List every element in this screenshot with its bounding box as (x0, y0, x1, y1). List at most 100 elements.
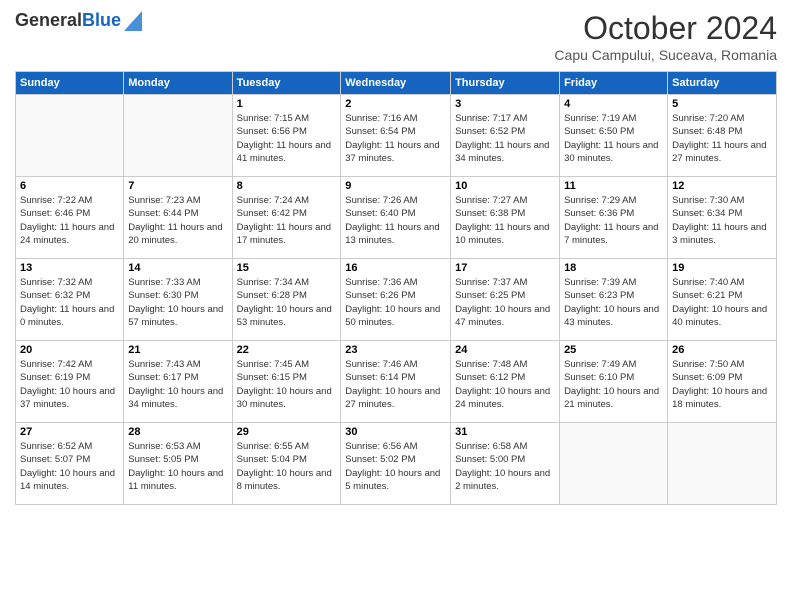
day-detail: Sunrise: 7:50 AM Sunset: 6:09 PM Dayligh… (672, 358, 772, 411)
day-detail: Sunrise: 6:58 AM Sunset: 5:00 PM Dayligh… (455, 440, 555, 493)
calendar-cell: 25 Sunrise: 7:49 AM Sunset: 6:10 PM Dayli… (560, 341, 668, 423)
calendar-cell: 13 Sunrise: 7:32 AM Sunset: 6:32 PM Dayli… (16, 259, 124, 341)
day-detail: Sunrise: 7:17 AM Sunset: 6:52 PM Dayligh… (455, 112, 555, 165)
day-of-week-header: Tuesday (232, 72, 341, 95)
day-number: 28 (128, 426, 227, 438)
day-detail: Sunrise: 7:37 AM Sunset: 6:25 PM Dayligh… (455, 276, 555, 329)
calendar-cell: 29 Sunrise: 6:55 AM Sunset: 5:04 PM Dayli… (232, 423, 341, 505)
day-detail: Sunrise: 7:23 AM Sunset: 6:44 PM Dayligh… (128, 194, 227, 247)
day-number: 12 (672, 180, 772, 192)
day-detail: Sunrise: 7:49 AM Sunset: 6:10 PM Dayligh… (564, 358, 663, 411)
day-detail: Sunrise: 7:34 AM Sunset: 6:28 PM Dayligh… (237, 276, 337, 329)
day-number: 30 (345, 426, 446, 438)
calendar-week-row: 20 Sunrise: 7:42 AM Sunset: 6:19 PM Dayli… (16, 341, 777, 423)
day-number: 15 (237, 262, 337, 274)
day-number: 7 (128, 180, 227, 192)
day-detail: Sunrise: 7:46 AM Sunset: 6:14 PM Dayligh… (345, 358, 446, 411)
day-detail: Sunrise: 7:27 AM Sunset: 6:38 PM Dayligh… (455, 194, 555, 247)
calendar-cell: 8 Sunrise: 7:24 AM Sunset: 6:42 PM Daylig… (232, 177, 341, 259)
day-number: 8 (237, 180, 337, 192)
day-detail: Sunrise: 7:33 AM Sunset: 6:30 PM Dayligh… (128, 276, 227, 329)
day-of-week-header: Wednesday (341, 72, 451, 95)
day-number: 20 (20, 344, 119, 356)
calendar-cell: 23 Sunrise: 7:46 AM Sunset: 6:14 PM Dayli… (341, 341, 451, 423)
day-detail: Sunrise: 7:43 AM Sunset: 6:17 PM Dayligh… (128, 358, 227, 411)
day-number: 19 (672, 262, 772, 274)
day-number: 25 (564, 344, 663, 356)
calendar-table: SundayMondayTuesdayWednesdayThursdayFrid… (15, 71, 777, 505)
day-detail: Sunrise: 7:45 AM Sunset: 6:15 PM Dayligh… (237, 358, 337, 411)
day-of-week-header: Monday (124, 72, 232, 95)
calendar-week-row: 1 Sunrise: 7:15 AM Sunset: 6:56 PM Daylig… (16, 95, 777, 177)
calendar-cell: 30 Sunrise: 6:56 AM Sunset: 5:02 PM Dayli… (341, 423, 451, 505)
day-detail: Sunrise: 7:16 AM Sunset: 6:54 PM Dayligh… (345, 112, 446, 165)
calendar-cell: 22 Sunrise: 7:45 AM Sunset: 6:15 PM Dayli… (232, 341, 341, 423)
calendar-cell (16, 95, 124, 177)
calendar-cell: 24Sunrise: 7:48 AM Sunset: 6:12 PM Dayli… (451, 341, 560, 423)
day-of-week-header: Saturday (668, 72, 777, 95)
calendar-cell: 2 Sunrise: 7:16 AM Sunset: 6:54 PM Daylig… (341, 95, 451, 177)
day-of-week-header: Sunday (16, 72, 124, 95)
day-detail: Sunrise: 6:56 AM Sunset: 5:02 PM Dayligh… (345, 440, 446, 493)
calendar-cell: 1 Sunrise: 7:15 AM Sunset: 6:56 PM Daylig… (232, 95, 341, 177)
day-detail: Sunrise: 7:30 AM Sunset: 6:34 PM Dayligh… (672, 194, 772, 247)
calendar-cell: 17 Sunrise: 7:37 AM Sunset: 6:25 PM Dayli… (451, 259, 560, 341)
calendar-cell: 20 Sunrise: 7:42 AM Sunset: 6:19 PM Dayli… (16, 341, 124, 423)
calendar-cell: 5Sunrise: 7:20 AM Sunset: 6:48 PM Daylig… (668, 95, 777, 177)
day-number: 11 (564, 180, 663, 192)
day-detail: Sunrise: 7:26 AM Sunset: 6:40 PM Dayligh… (345, 194, 446, 247)
page-header: GeneralBlue October 2024 Capu Campului, … (15, 10, 777, 63)
day-detail: Sunrise: 6:52 AM Sunset: 5:07 PM Dayligh… (20, 440, 119, 493)
day-number: 29 (237, 426, 337, 438)
logo-icon (124, 11, 142, 31)
calendar-cell: 7 Sunrise: 7:23 AM Sunset: 6:44 PM Daylig… (124, 177, 232, 259)
day-detail: Sunrise: 7:19 AM Sunset: 6:50 PM Dayligh… (564, 112, 663, 165)
calendar-cell (668, 423, 777, 505)
day-number: 14 (128, 262, 227, 274)
day-detail: Sunrise: 7:24 AM Sunset: 6:42 PM Dayligh… (237, 194, 337, 247)
day-number: 23 (345, 344, 446, 356)
calendar-cell: 19 Sunrise: 7:40 AM Sunset: 6:21 PM Dayli… (668, 259, 777, 341)
day-detail: Sunrise: 7:42 AM Sunset: 6:19 PM Dayligh… (20, 358, 119, 411)
day-number: 5 (672, 98, 772, 110)
day-detail: Sunrise: 7:15 AM Sunset: 6:56 PM Dayligh… (237, 112, 337, 165)
day-number: 27 (20, 426, 119, 438)
day-detail: Sunrise: 7:36 AM Sunset: 6:26 PM Dayligh… (345, 276, 446, 329)
calendar-week-row: 6Sunrise: 7:22 AM Sunset: 6:46 PM Daylig… (16, 177, 777, 259)
logo: GeneralBlue (15, 10, 142, 32)
day-number: 2 (345, 98, 446, 110)
day-detail: Sunrise: 7:39 AM Sunset: 6:23 PM Dayligh… (564, 276, 663, 329)
calendar-header-row: SundayMondayTuesdayWednesdayThursdayFrid… (16, 72, 777, 95)
day-number: 9 (345, 180, 446, 192)
calendar-week-row: 13 Sunrise: 7:32 AM Sunset: 6:32 PM Dayli… (16, 259, 777, 341)
calendar-cell (560, 423, 668, 505)
calendar-cell: 31 Sunrise: 6:58 AM Sunset: 5:00 PM Dayli… (451, 423, 560, 505)
calendar-cell: 4 Sunrise: 7:19 AM Sunset: 6:50 PM Daylig… (560, 95, 668, 177)
day-number: 1 (237, 98, 337, 110)
day-number: 22 (237, 344, 337, 356)
day-of-week-header: Friday (560, 72, 668, 95)
day-number: 13 (20, 262, 119, 274)
day-number: 31 (455, 426, 555, 438)
day-number: 21 (128, 344, 227, 356)
day-number: 10 (455, 180, 555, 192)
day-detail: Sunrise: 7:40 AM Sunset: 6:21 PM Dayligh… (672, 276, 772, 329)
day-number: 3 (455, 98, 555, 110)
month-title: October 2024 (554, 10, 777, 47)
title-block: October 2024 Capu Campului, Suceava, Rom… (554, 10, 777, 63)
calendar-cell: 16 Sunrise: 7:36 AM Sunset: 6:26 PM Dayli… (341, 259, 451, 341)
calendar-cell: 6Sunrise: 7:22 AM Sunset: 6:46 PM Daylig… (16, 177, 124, 259)
day-detail: Sunrise: 7:48 AM Sunset: 6:12 PM Dayligh… (455, 358, 555, 411)
day-detail: Sunrise: 6:55 AM Sunset: 5:04 PM Dayligh… (237, 440, 337, 493)
day-number: 17 (455, 262, 555, 274)
calendar-week-row: 27 Sunrise: 6:52 AM Sunset: 5:07 PM Dayli… (16, 423, 777, 505)
calendar-page: GeneralBlue October 2024 Capu Campului, … (0, 0, 792, 612)
calendar-cell: 12 Sunrise: 7:30 AM Sunset: 6:34 PM Dayli… (668, 177, 777, 259)
calendar-cell: 11Sunrise: 7:29 AM Sunset: 6:36 PM Dayli… (560, 177, 668, 259)
calendar-cell (124, 95, 232, 177)
calendar-cell: 15 Sunrise: 7:34 AM Sunset: 6:28 PM Dayli… (232, 259, 341, 341)
day-number: 4 (564, 98, 663, 110)
day-detail: Sunrise: 7:32 AM Sunset: 6:32 PM Dayligh… (20, 276, 119, 329)
day-of-week-header: Thursday (451, 72, 560, 95)
day-number: 16 (345, 262, 446, 274)
